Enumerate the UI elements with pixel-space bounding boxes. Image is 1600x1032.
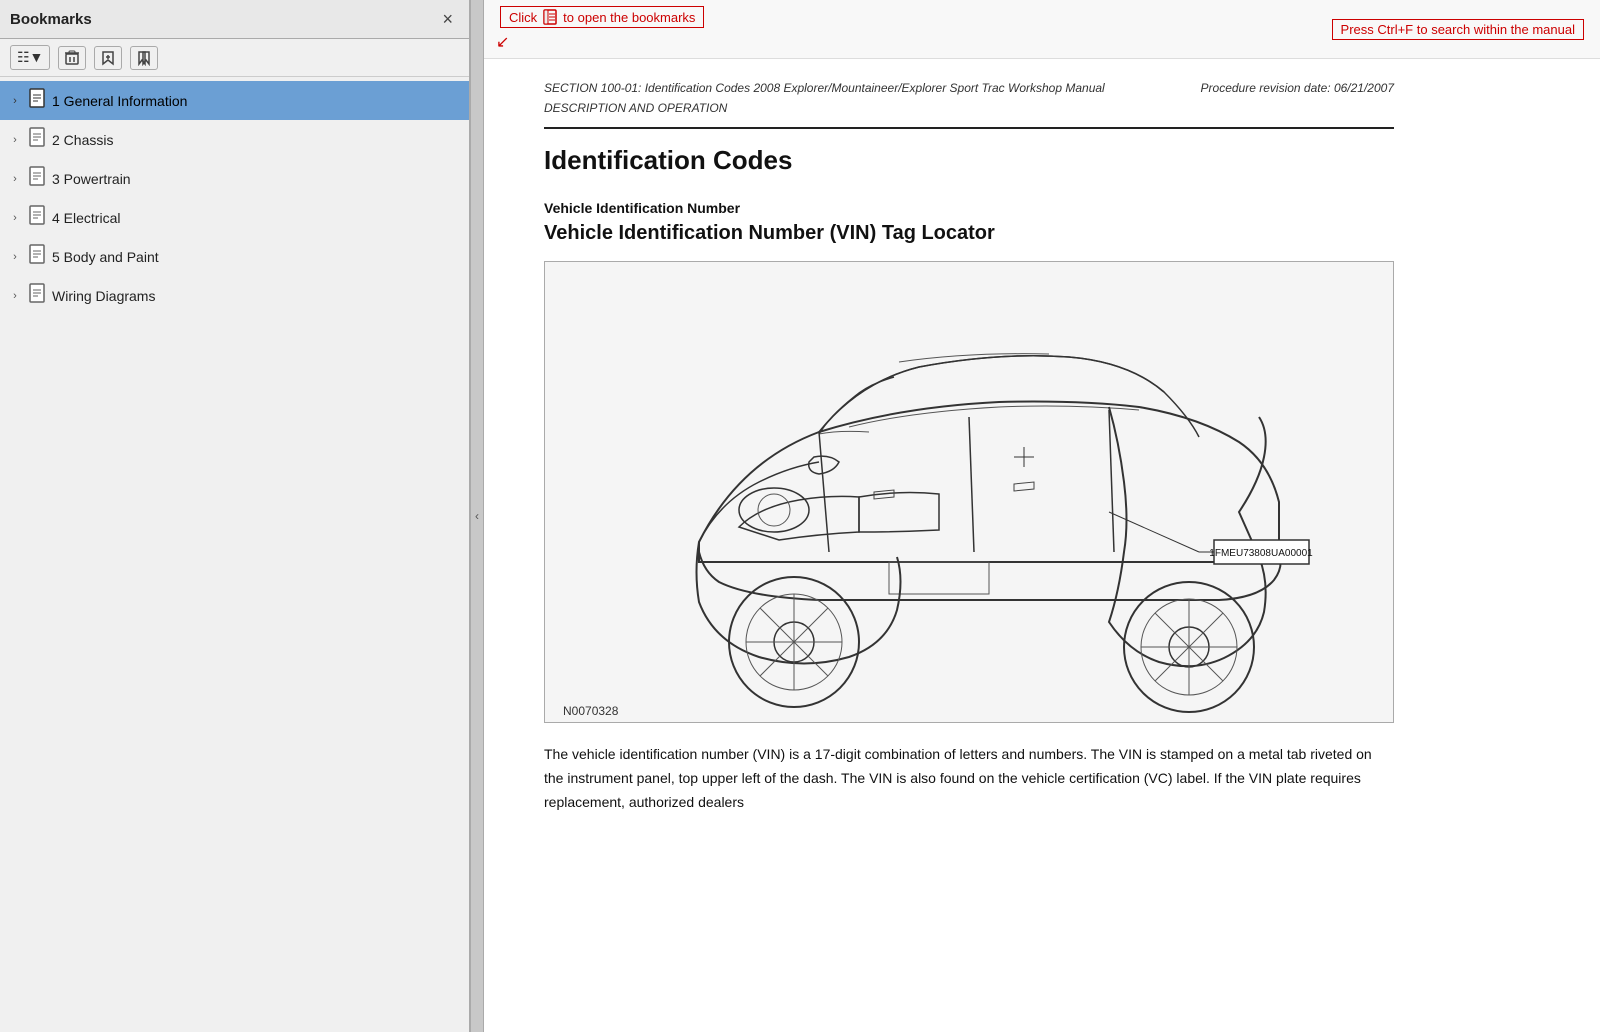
bookmark-doc-icon: [28, 127, 46, 152]
bookmark-doc-icon: [28, 166, 46, 191]
bookmark-list-button[interactable]: [130, 46, 158, 70]
hint-arrow-icon: ↙: [496, 32, 704, 52]
sidebar-title: Bookmarks: [10, 11, 92, 28]
sidebar: Bookmarks × ☷▼ ›: [0, 0, 470, 1032]
doc-sub-heading2: Vehicle Identification Number (VIN) Tag …: [544, 222, 1394, 245]
chevron-icon: ›: [8, 212, 22, 224]
top-hints: Click to open the bookmarks ↙ Press Ctrl…: [484, 0, 1600, 59]
sidebar-item-item-6[interactable]: › Wiring Diagrams: [0, 276, 469, 315]
hint-open-text2: to open the bookmarks: [563, 10, 695, 25]
svg-text:1FMEU73808UA00001: 1FMEU73808UA00001: [1209, 548, 1313, 559]
bookmark-label: Wiring Diagrams: [52, 288, 155, 304]
doc-section-line2: DESCRIPTION AND OPERATION: [544, 99, 1105, 117]
hint-search: Press Ctrl+F to search within the manual: [1332, 19, 1584, 40]
sidebar-item-item-2[interactable]: › 2 Chassis: [0, 120, 469, 159]
bookmark-label: 4 Electrical: [52, 210, 120, 226]
hint-open-text: Click: [509, 10, 537, 25]
delete-bookmark-button[interactable]: [58, 46, 86, 70]
bookmark-doc-icon: [28, 244, 46, 269]
bookmark-list: › 1 General Information› 2 Chassis› 3 Po…: [0, 77, 469, 1032]
chevron-icon: ›: [8, 134, 22, 146]
doc-main-title: Identification Codes: [544, 145, 1394, 176]
doc-section-line1: SECTION 100-01: Identification Codes 200…: [544, 79, 1105, 97]
sidebar-header: Bookmarks ×: [0, 0, 469, 39]
chevron-icon: ›: [8, 290, 22, 302]
doc-body-text: The vehicle identification number (VIN) …: [544, 743, 1394, 814]
doc-sub-heading1: Vehicle Identification Number: [544, 200, 1394, 216]
sidebar-close-button[interactable]: ×: [436, 8, 459, 30]
sidebar-item-item-5[interactable]: › 5 Body and Paint: [0, 237, 469, 276]
bookmark-label: 2 Chassis: [52, 132, 113, 148]
bookmark-label: 3 Powertrain: [52, 171, 131, 187]
bookmark-label: 5 Body and Paint: [52, 249, 159, 265]
fig-caption: N0070328: [553, 700, 628, 722]
sidebar-item-item-1[interactable]: › 1 General Information: [0, 81, 469, 120]
add-bookmark-button[interactable]: [94, 46, 122, 70]
sidebar-toolbar: ☷▼: [0, 39, 469, 77]
main-content: Click to open the bookmarks ↙ Press Ctrl…: [484, 0, 1600, 1032]
sidebar-item-item-4[interactable]: › 4 Electrical: [0, 198, 469, 237]
chevron-icon: ›: [8, 95, 22, 107]
hint-left-wrapper: Click to open the bookmarks ↙: [500, 6, 704, 52]
bookmark-doc-icon: [28, 205, 46, 230]
collapse-handle[interactable]: ‹: [470, 0, 484, 1032]
vin-diagram: 1FMEU73808UA00001 N0070328: [544, 261, 1394, 723]
sidebar-item-item-3[interactable]: › 3 Powertrain: [0, 159, 469, 198]
chevron-icon: ›: [8, 251, 22, 263]
bookmark-doc-icon: [28, 88, 46, 113]
bookmark-doc-icon: [28, 283, 46, 308]
collapse-arrow-icon: ‹: [475, 509, 479, 523]
doc-content: SECTION 100-01: Identification Codes 200…: [484, 59, 1434, 854]
doc-divider: [544, 127, 1394, 129]
bookmarks-panel-icon: [543, 9, 557, 25]
chevron-icon: ›: [8, 173, 22, 185]
bookmark-label: 1 General Information: [52, 93, 187, 109]
hint-open-bookmarks: Click to open the bookmarks: [500, 6, 704, 28]
doc-procedure-date: Procedure revision date: 06/21/2007: [1201, 79, 1394, 97]
expand-all-button[interactable]: ☷▼: [10, 45, 50, 70]
